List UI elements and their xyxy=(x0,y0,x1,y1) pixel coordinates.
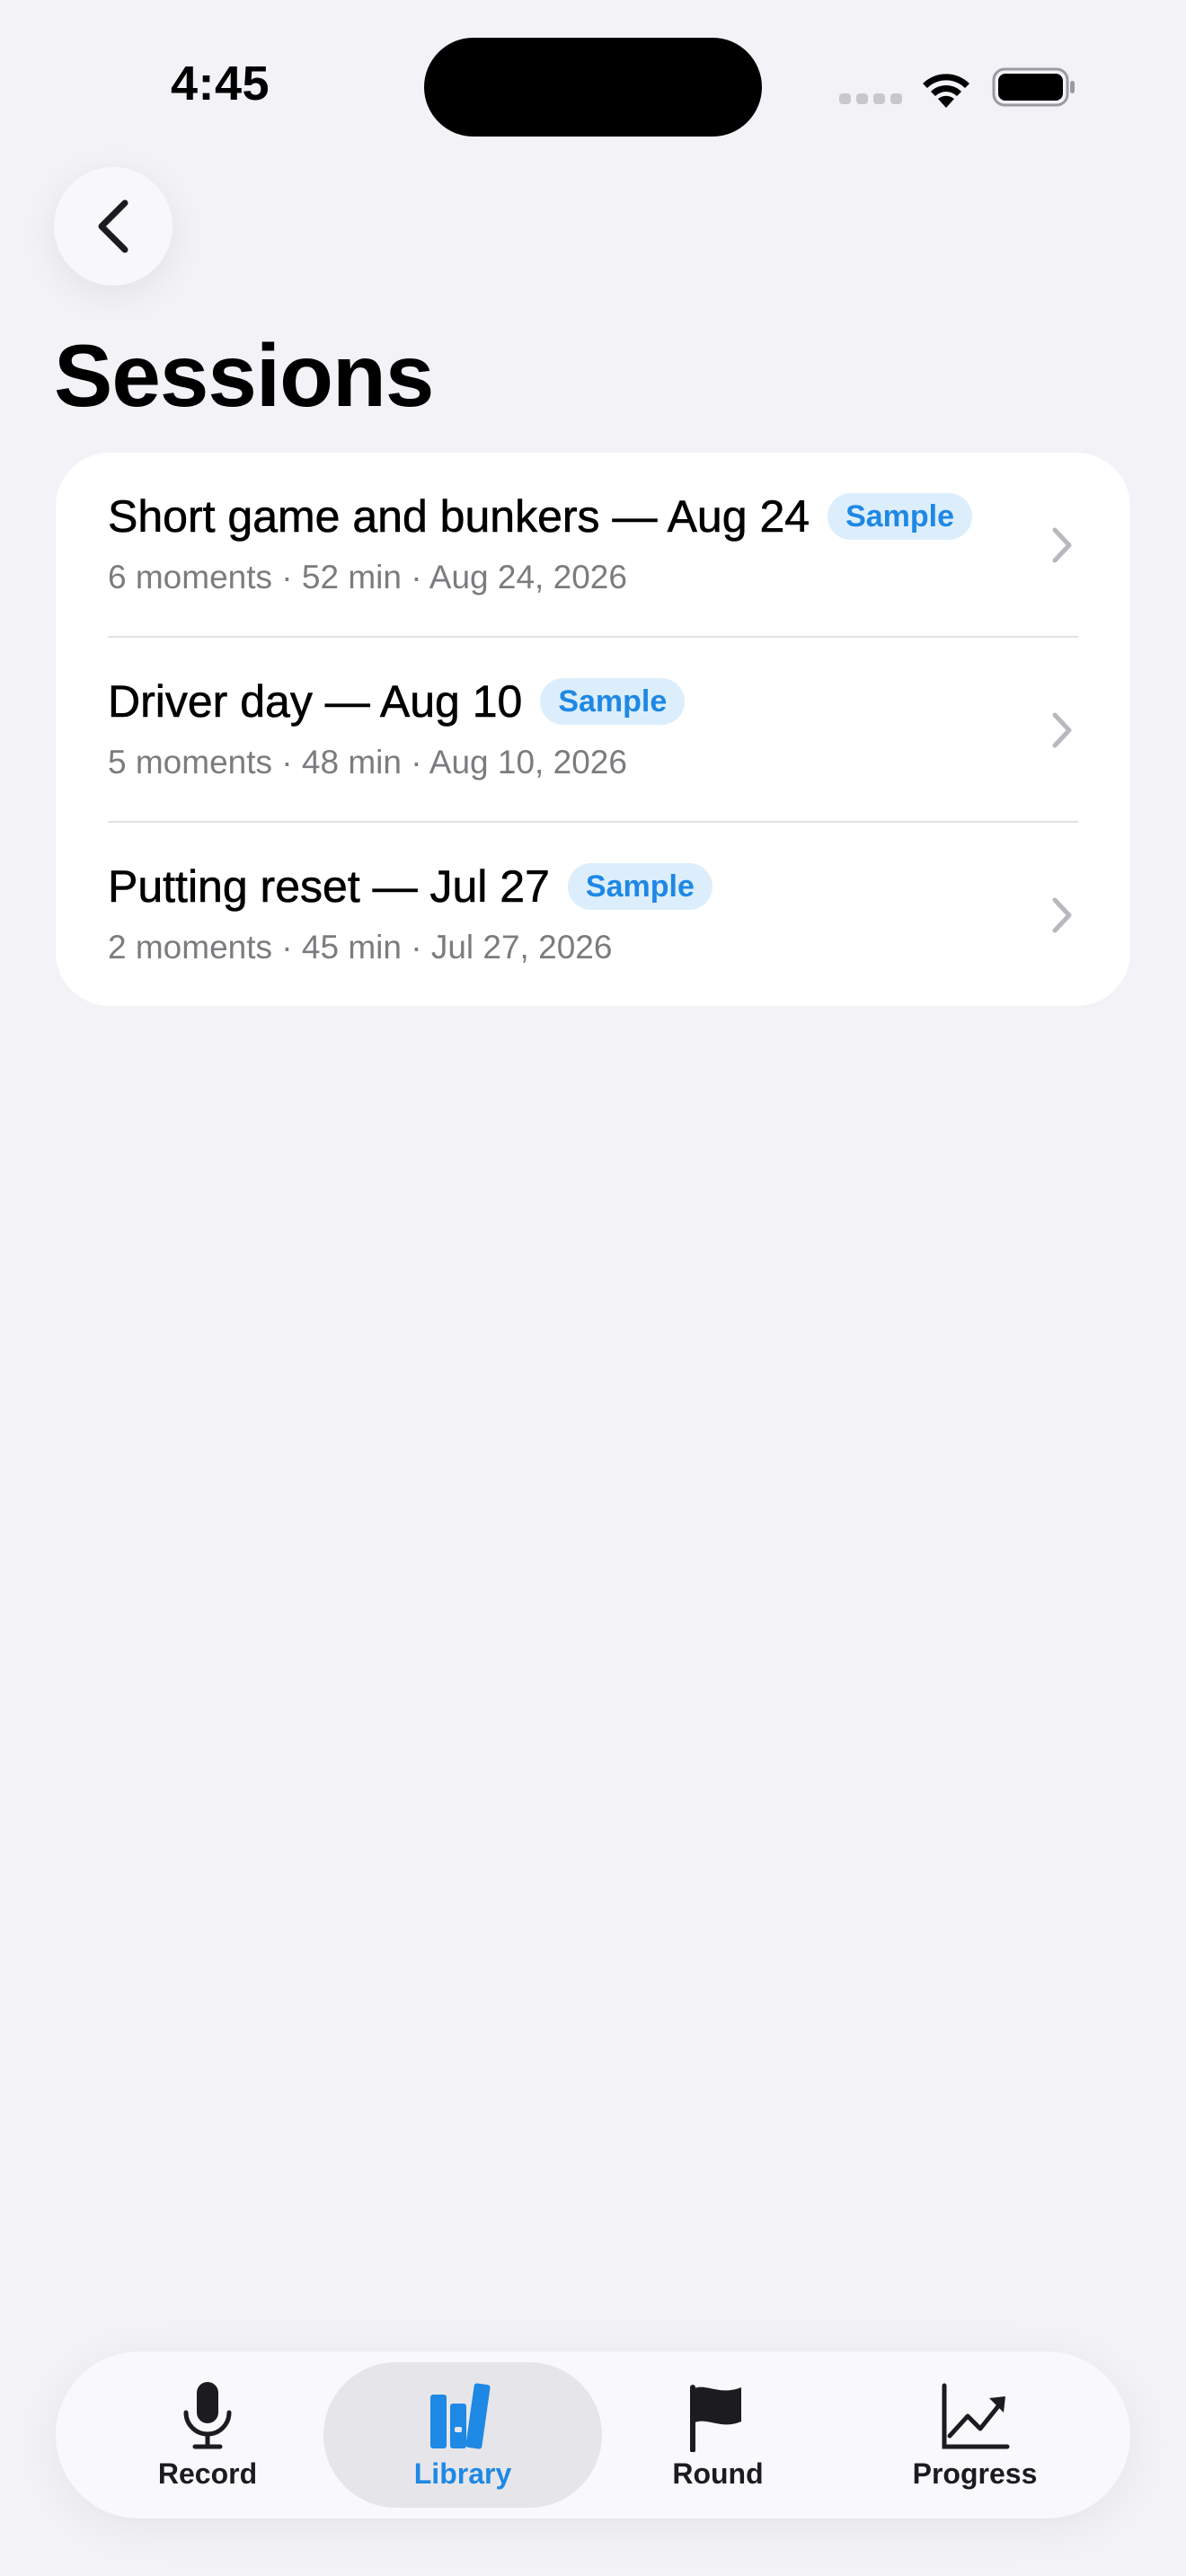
tab-label: Progress xyxy=(912,2457,1038,2490)
tab-library[interactable]: Library xyxy=(323,2362,602,2508)
tab-record[interactable]: Record xyxy=(68,2362,347,2508)
tab-bar: Record Library Round Progress xyxy=(56,2351,1130,2519)
session-row[interactable]: Putting reset — Jul 27 Sample 2 moments … xyxy=(56,823,1130,1006)
chevron-right-icon xyxy=(1052,527,1072,563)
sample-badge: Sample xyxy=(828,493,973,540)
session-title: Putting reset — Jul 27 xyxy=(108,861,551,913)
flag-icon xyxy=(690,2385,741,2452)
books-icon xyxy=(430,2383,491,2449)
sessions-list: Short game and bunkers — Aug 24 Sample 6… xyxy=(56,453,1130,1006)
session-meta: 6 moments · 52 min · Aug 24, 2026 xyxy=(108,559,627,595)
sample-badge: Sample xyxy=(540,678,686,725)
cellular-signal-icon xyxy=(839,93,902,104)
page-title: Sessions xyxy=(54,326,434,425)
back-button[interactable] xyxy=(54,167,173,286)
tab-label: Record xyxy=(157,2457,258,2490)
tab-label: Round xyxy=(672,2457,764,2490)
tab-round[interactable]: Round xyxy=(579,2362,857,2508)
session-title: Short game and bunkers — Aug 24 xyxy=(108,491,810,543)
tab-progress[interactable]: Progress xyxy=(836,2362,1114,2508)
session-row[interactable]: Short game and bunkers — Aug 24 Sample 6… xyxy=(56,453,1130,638)
status-time: 4:45 xyxy=(171,57,270,110)
microphone-icon xyxy=(183,2382,232,2449)
screen: 4:45 Sessions Short game and bunkers — A… xyxy=(0,0,1186,2576)
session-meta: 5 moments · 48 min · Aug 10, 2026 xyxy=(108,744,627,781)
tab-label: Library xyxy=(413,2457,512,2490)
session-title: Driver day — Aug 10 xyxy=(108,676,523,728)
wifi-icon xyxy=(923,74,969,108)
session-row[interactable]: Driver day — Aug 10 Sample 5 moments · 4… xyxy=(56,638,1130,823)
chevron-left-icon xyxy=(98,199,128,253)
session-meta: 2 moments · 45 min · Jul 27, 2026 xyxy=(108,929,613,966)
sample-badge: Sample xyxy=(567,863,712,910)
dynamic-island xyxy=(424,38,762,137)
chevron-right-icon xyxy=(1052,712,1072,748)
chart-line-icon xyxy=(942,2383,1010,2449)
chevron-right-icon xyxy=(1052,897,1072,933)
battery-icon xyxy=(992,67,1075,107)
